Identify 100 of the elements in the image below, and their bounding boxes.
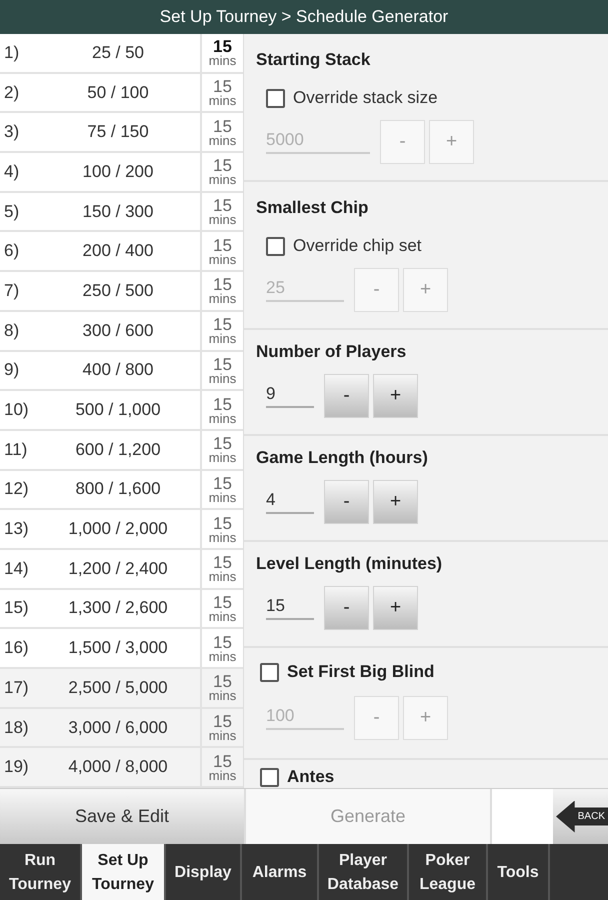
blinds-text: 1,300 / 2,600 bbox=[67, 597, 169, 620]
duration-unit: mins bbox=[208, 729, 236, 742]
screen-title: Set Up Tourney > Schedule Generator bbox=[160, 7, 448, 27]
decrement-button[interactable]: - bbox=[324, 374, 369, 418]
level-number: 4) bbox=[3, 160, 20, 183]
level-row[interactable]: 16) 1,500 / 3,000 15 mins bbox=[0, 629, 243, 669]
duration-unit: mins bbox=[208, 134, 236, 147]
level-row[interactable]: 14) 1,200 / 2,400 15 mins bbox=[0, 550, 243, 590]
level-number: 16) bbox=[3, 637, 30, 660]
blinds-text: 500 / 1,000 bbox=[74, 399, 162, 422]
level-row[interactable]: 15) 1,300 / 2,600 15 mins bbox=[0, 590, 243, 630]
level-number: 19) bbox=[3, 756, 30, 778]
nav-tab[interactable]: Set Up Tourney bbox=[82, 844, 166, 900]
level-number: 17) bbox=[3, 676, 30, 699]
level-row[interactable]: 17) 2,500 / 5,000 15 mins bbox=[0, 669, 243, 709]
duration-unit: mins bbox=[208, 610, 236, 623]
section-heading: Smallest Chip bbox=[256, 198, 368, 218]
duration-value: 15 bbox=[213, 713, 232, 730]
duration-value: 15 bbox=[213, 752, 232, 770]
level-row[interactable]: 6) 200 / 400 15 mins bbox=[0, 232, 243, 272]
increment-button[interactable]: + bbox=[373, 374, 418, 418]
blinds-text: 100 / 200 bbox=[82, 160, 154, 183]
duration-value: 15 bbox=[213, 118, 232, 135]
level-number: 11) bbox=[3, 438, 28, 461]
level-number: 6) bbox=[3, 240, 20, 262]
level-number: 1) bbox=[3, 42, 20, 64]
level-number: 12) bbox=[3, 478, 30, 500]
duration-unit: mins bbox=[208, 412, 236, 425]
checkbox-label[interactable]: Antes bbox=[287, 767, 334, 787]
level-number: 5) bbox=[3, 200, 20, 223]
number-field[interactable]: 4 bbox=[266, 490, 314, 514]
checkbox[interactable] bbox=[266, 236, 285, 256]
number-field[interactable]: 9 bbox=[266, 384, 314, 408]
decrement-button[interactable]: - bbox=[324, 586, 369, 630]
section-heading: Level Length (minutes) bbox=[256, 554, 442, 574]
duration-unit: mins bbox=[208, 768, 236, 782]
duration-value: 15 bbox=[213, 673, 232, 690]
level-row[interactable]: 11) 600 / 1,200 15 mins bbox=[0, 430, 243, 471]
duration-value: 15 bbox=[213, 276, 232, 294]
duration-value: 15 bbox=[213, 594, 232, 611]
duration-unit: mins bbox=[208, 332, 236, 346]
duration-value: 15 bbox=[213, 197, 232, 214]
duration-value: 15 bbox=[213, 634, 232, 651]
duration-value: 15 bbox=[213, 38, 232, 56]
increment-button[interactable]: + bbox=[373, 586, 418, 630]
level-number: 9) bbox=[3, 359, 20, 382]
level-number: 15) bbox=[3, 597, 30, 620]
level-row[interactable]: 18) 3,000 / 6,000 15 mins bbox=[0, 708, 243, 748]
back-button[interactable]: BACK bbox=[553, 789, 608, 844]
blinds-text: 25 / 50 bbox=[91, 42, 145, 64]
level-number: 3) bbox=[3, 121, 20, 144]
checkbox-label[interactable]: Set First Big Blind bbox=[287, 662, 434, 682]
level-number: 18) bbox=[3, 716, 30, 739]
duration-unit: mins bbox=[208, 689, 236, 702]
level-row[interactable]: 4) 100 / 200 15 mins bbox=[0, 153, 243, 193]
blinds-text: 2,500 / 5,000 bbox=[67, 676, 169, 699]
duration-value: 15 bbox=[213, 316, 232, 334]
blinds-text: 800 / 1,600 bbox=[74, 478, 162, 500]
increment-button[interactable]: + bbox=[373, 480, 418, 524]
duration-value: 15 bbox=[213, 157, 232, 174]
level-row[interactable]: 10) 500 / 1,000 15 mins bbox=[0, 391, 243, 431]
duration-value: 15 bbox=[213, 474, 232, 492]
duration-value: 15 bbox=[213, 236, 232, 254]
duration-unit: mins bbox=[208, 530, 236, 544]
blinds-text: 3,000 / 6,000 bbox=[67, 716, 169, 739]
level-row[interactable]: 12) 800 / 1,600 15 mins bbox=[0, 470, 243, 510]
level-row[interactable]: 5) 150 / 300 15 mins bbox=[0, 192, 243, 232]
checkbox[interactable] bbox=[260, 662, 279, 682]
duration-unit: mins bbox=[208, 94, 236, 108]
level-number: 13) bbox=[3, 518, 30, 540]
duration-value: 15 bbox=[213, 435, 232, 452]
duration-unit: mins bbox=[208, 490, 236, 504]
blinds-text: 600 / 1,200 bbox=[74, 438, 162, 461]
level-row[interactable]: 13) 1,000 / 2,000 15 mins bbox=[0, 510, 243, 550]
level-row[interactable]: 8) 300 / 600 15 mins bbox=[0, 312, 243, 352]
level-row[interactable]: 3) 75 / 150 15 mins bbox=[0, 113, 243, 154]
checkbox[interactable] bbox=[260, 768, 279, 786]
checkbox[interactable] bbox=[266, 88, 285, 108]
level-row[interactable]: 19) 4,000 / 8,000 15 mins bbox=[0, 748, 243, 788]
level-row[interactable]: 1) 25 / 50 15 mins bbox=[0, 34, 243, 74]
level-row[interactable]: 2) 50 / 100 15 mins bbox=[0, 74, 243, 114]
section-heading: Number of Players bbox=[256, 342, 406, 362]
level-number: 2) bbox=[3, 82, 20, 104]
save-edit-button[interactable]: Save & Edit bbox=[0, 789, 246, 844]
blinds-text: 75 / 150 bbox=[86, 121, 150, 144]
blinds-text: 1,200 / 2,400 bbox=[67, 558, 169, 580]
duration-unit: mins bbox=[208, 372, 236, 385]
duration-unit: mins bbox=[208, 292, 236, 306]
duration-value: 15 bbox=[213, 554, 232, 572]
level-row[interactable]: 9) 400 / 800 15 mins bbox=[0, 352, 243, 392]
decrement-button[interactable]: - bbox=[324, 480, 369, 524]
checkbox-label[interactable]: Override stack size bbox=[293, 88, 438, 108]
level-row[interactable]: 7) 250 / 500 15 mins bbox=[0, 272, 243, 312]
number-field[interactable]: 15 bbox=[266, 596, 314, 620]
duration-unit: mins bbox=[208, 173, 236, 186]
level-number: 14) bbox=[3, 558, 30, 580]
duration-value: 15 bbox=[213, 396, 232, 413]
duration-unit: mins bbox=[208, 252, 236, 266]
level-number: 8) bbox=[3, 320, 20, 342]
checkbox-label[interactable]: Override chip set bbox=[293, 236, 422, 256]
